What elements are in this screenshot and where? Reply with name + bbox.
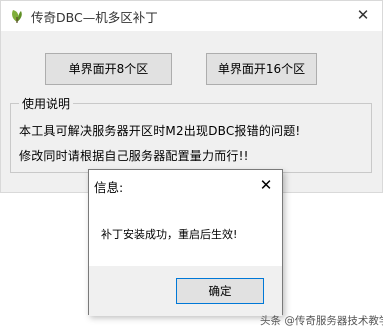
title-bar: 传奇DBC—机多区补丁 ✕ — [1, 1, 382, 31]
dialog-message: 补丁安装成功，重启后生效! — [101, 228, 238, 241]
ok-button[interactable]: 确定 — [176, 278, 264, 304]
dialog-footer: 确定 — [89, 266, 282, 316]
usage-line-1: 本工具可解决服务器开区时M2出现DBC报错的问题! — [19, 124, 301, 138]
close-icon[interactable]: ✕ — [351, 4, 375, 26]
app-leaf-icon — [12, 10, 22, 23]
single-8-zones-button[interactable]: 单界面开8个区 — [45, 53, 172, 85]
watermark: 头条 @传奇服务器技术教学 — [260, 315, 383, 327]
dialog-body: 补丁安装成功，重启后生效! — [89, 200, 282, 266]
window-title: 传奇DBC—机多区补丁 — [31, 10, 158, 25]
dialog-close-icon[interactable]: ✕ — [255, 174, 277, 196]
single-16-zones-button[interactable]: 单界面开16个区 — [206, 53, 317, 85]
usage-legend: 使用说明 — [19, 97, 74, 111]
usage-line-2: 修改同时请根据自己服务器配置量力而行!! — [19, 149, 249, 163]
main-window: 传奇DBC—机多区补丁 ✕ 单界面开8个区 单界面开16个区 使用说明 本工具可… — [0, 0, 383, 193]
dialog-title: 信息: — [94, 180, 124, 195]
dialog-title-bar: 信息: ✕ — [89, 170, 282, 200]
info-dialog: 信息: ✕ 补丁安装成功，重启后生效! 确定 — [88, 169, 283, 316]
